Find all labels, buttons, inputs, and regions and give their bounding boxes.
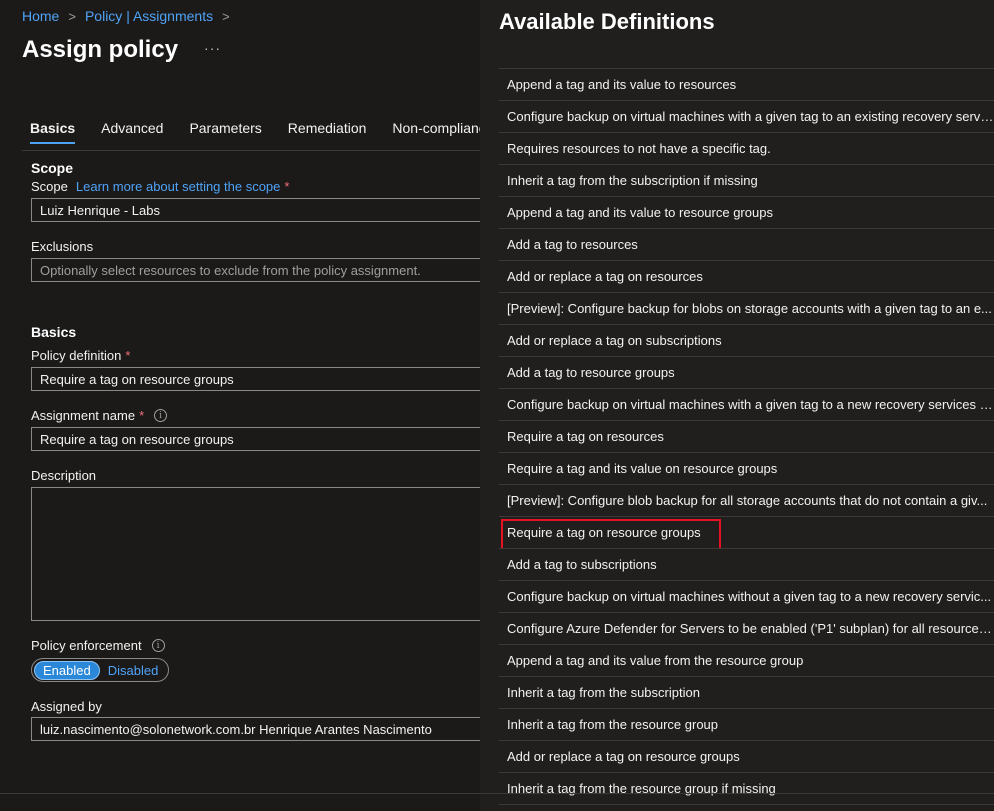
tab-divider — [22, 150, 480, 151]
definition-item[interactable]: Require a tag on resource groups — [499, 517, 994, 549]
definition-item[interactable]: Configure backup on virtual machines wit… — [499, 581, 994, 613]
title-row: Assign policy ··· — [22, 36, 221, 64]
definition-item[interactable]: [Preview]: Configure backup for blobs on… — [499, 293, 994, 325]
tab-bar: Basics Advanced Parameters Remediation N… — [30, 120, 480, 144]
footer-divider — [0, 793, 994, 794]
policy-definition-label: Policy definition — [31, 348, 122, 363]
assignment-name-field[interactable]: Require a tag on resource groups — [31, 427, 480, 451]
chevron-right-icon: > — [68, 8, 76, 24]
assignment-name-label: Assignment name — [31, 408, 136, 423]
info-icon[interactable]: i — [154, 409, 168, 422]
definition-item[interactable]: Require a tag on resources — [499, 421, 994, 453]
info-icon[interactable]: i — [151, 639, 165, 652]
required-marker: * — [139, 408, 145, 423]
definition-item[interactable]: Add or replace a tag on resources — [499, 261, 994, 293]
basics-heading: Basics — [31, 324, 77, 340]
chevron-right-icon: > — [222, 8, 230, 24]
definition-item[interactable]: Configure Azure Defender for Servers to … — [499, 613, 994, 645]
definition-item[interactable]: Append a tag and its value from the reso… — [499, 645, 994, 677]
policy-definition-field[interactable]: Require a tag on resource groups — [31, 367, 480, 391]
definition-item[interactable]: Append a tag and its value to resource g… — [499, 197, 994, 229]
assign-policy-blade: Home > Policy | Assignments > Assign pol… — [0, 0, 480, 811]
policy-enforcement-label: Policy enforcement — [31, 638, 142, 653]
scope-heading: Scope — [31, 160, 74, 176]
definitions-list: Append a tag and its value to resources C… — [499, 68, 994, 805]
tab-advanced[interactable]: Advanced — [101, 120, 163, 144]
page-title: Assign policy — [22, 36, 179, 63]
required-marker: * — [284, 179, 290, 194]
breadcrumb: Home > Policy | Assignments > — [22, 8, 239, 24]
more-options-icon[interactable]: ··· — [204, 40, 221, 56]
definition-item[interactable]: Add a tag to resource groups — [499, 357, 994, 389]
tab-non-compliance[interactable]: Non-compliance — [392, 120, 480, 144]
definition-item[interactable]: Configure backup on virtual machines wit… — [499, 101, 994, 133]
assigned-by-field[interactable]: luiz.nascimento@solonetwork.com.br Henri… — [31, 717, 480, 741]
definition-item[interactable]: Inherit a tag from the subscription if m… — [499, 165, 994, 197]
required-marker: * — [125, 348, 131, 363]
definition-item[interactable]: Require a tag and its value on resource … — [499, 453, 994, 485]
definition-item[interactable]: Append a tag and its value to resources — [499, 69, 994, 101]
available-definitions-panel: Available Definitions Append a tag and i… — [480, 0, 994, 811]
tab-remediation[interactable]: Remediation — [288, 120, 367, 144]
enforcement-disabled-option[interactable]: Disabled — [100, 662, 167, 679]
definition-item[interactable]: Inherit a tag from the resource group if… — [499, 773, 994, 805]
learn-more-scope-link[interactable]: Learn more about setting the scope — [76, 179, 281, 194]
scope-label-row: Scope Learn more about setting the scope… — [31, 179, 289, 194]
definition-item[interactable]: Configure backup on virtual machines wit… — [499, 389, 994, 421]
enforcement-enabled-option[interactable]: Enabled — [34, 660, 100, 680]
tab-basics[interactable]: Basics — [30, 120, 76, 144]
description-textarea[interactable] — [31, 487, 480, 621]
policy-definition-label-row: Policy definition * — [31, 348, 130, 363]
exclusions-label: Exclusions — [31, 239, 94, 254]
breadcrumb-home[interactable]: Home — [22, 8, 59, 24]
tab-parameters[interactable]: Parameters — [189, 120, 261, 144]
definition-item[interactable]: Add or replace a tag on subscriptions — [499, 325, 994, 357]
definition-item[interactable]: [Preview]: Configure blob backup for all… — [499, 485, 994, 517]
policy-enforcement-toggle: Enabled Disabled — [31, 658, 170, 682]
definition-item[interactable]: Add a tag to resources — [499, 229, 994, 261]
policy-enforcement-label-row: Policy enforcement i — [31, 638, 165, 653]
description-label: Description — [31, 468, 97, 483]
scope-field[interactable]: Luiz Henrique - Labs — [31, 198, 480, 222]
panel-title: Available Definitions — [499, 9, 715, 34]
definition-item[interactable]: Inherit a tag from the resource group — [499, 709, 994, 741]
exclusions-field[interactable]: Optionally select resources to exclude f… — [31, 258, 480, 282]
assigned-by-label: Assigned by — [31, 699, 102, 714]
definition-item[interactable]: Requires resources to not have a specifi… — [499, 133, 994, 165]
definition-item[interactable]: Add a tag to subscriptions — [499, 549, 994, 581]
breadcrumb-policy-assignments[interactable]: Policy | Assignments — [85, 8, 213, 24]
assignment-name-label-row: Assignment name * i — [31, 408, 168, 423]
definition-item[interactable]: Add or replace a tag on resource groups — [499, 741, 994, 773]
definition-item[interactable]: Inherit a tag from the subscription — [499, 677, 994, 709]
scope-label: Scope — [31, 179, 68, 194]
